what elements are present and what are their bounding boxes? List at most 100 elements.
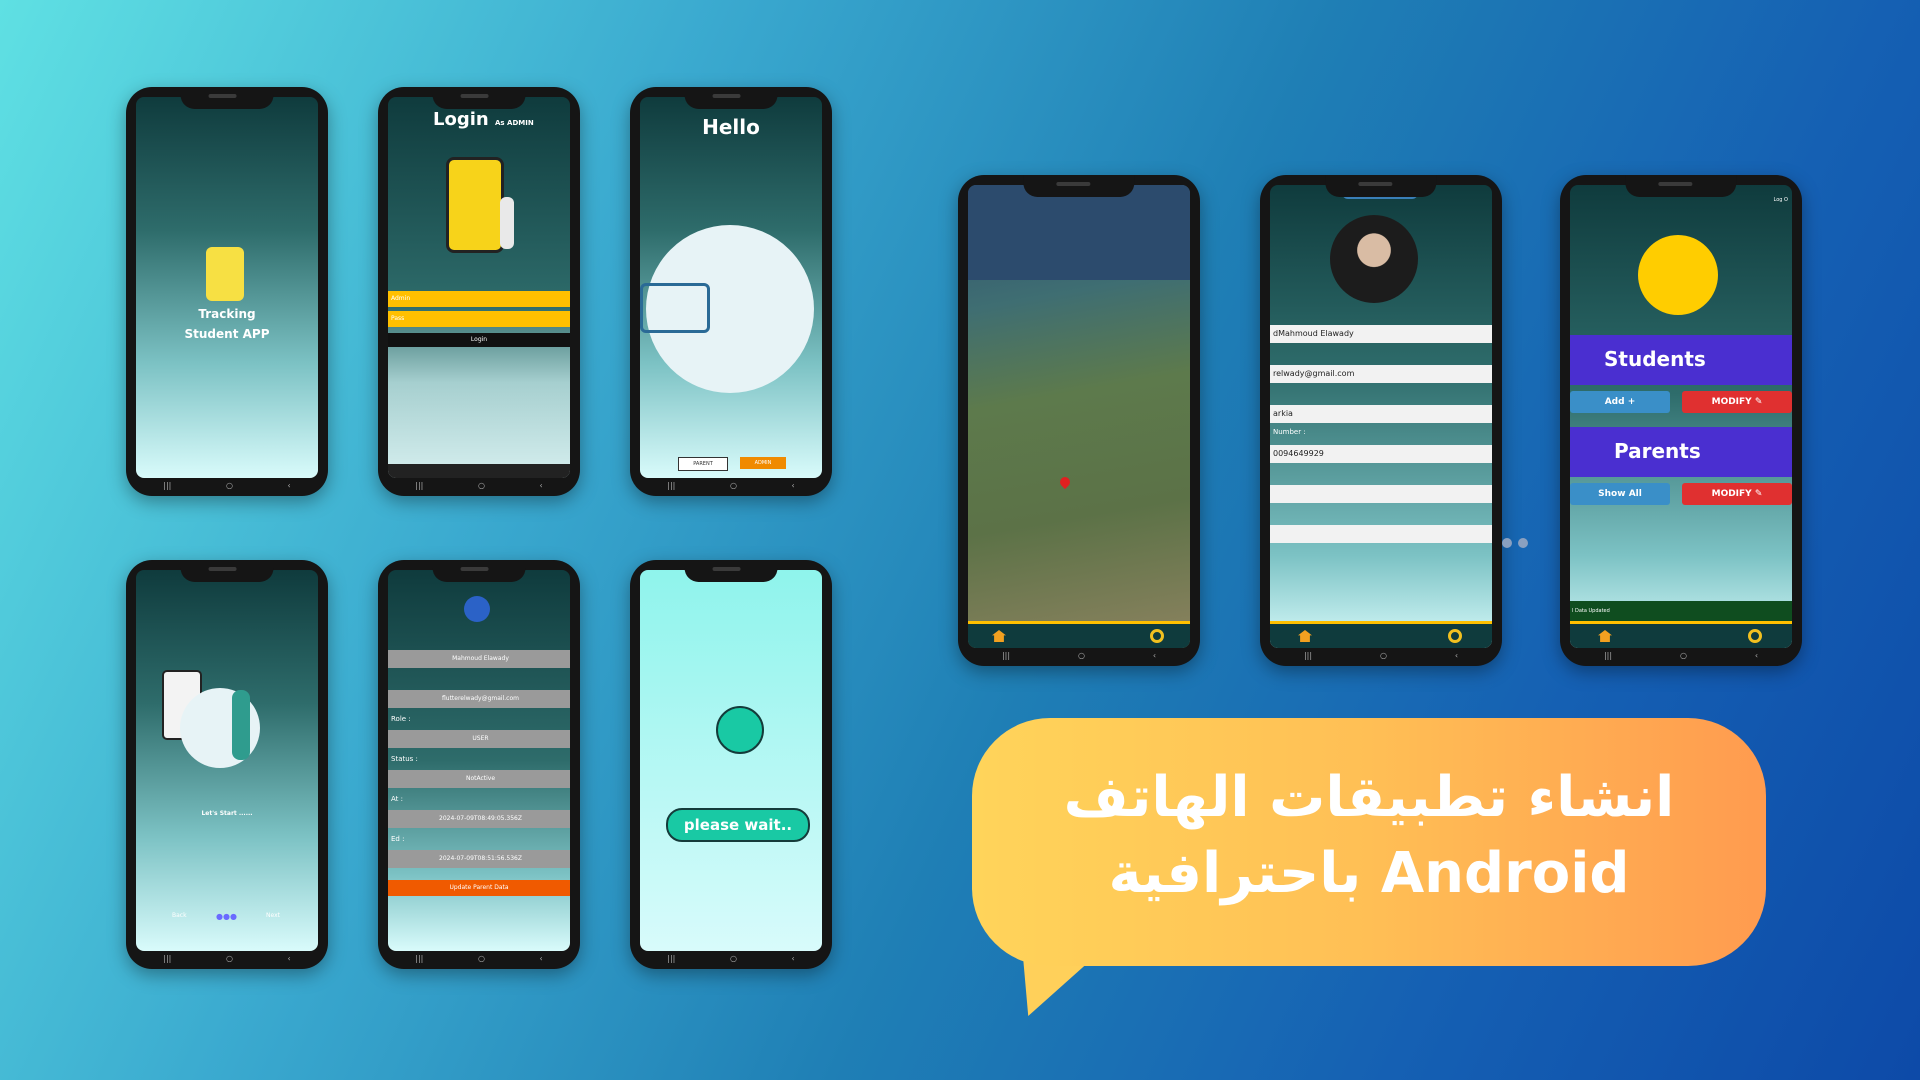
add-label: Add: [1604, 397, 1625, 407]
modify-parent-button[interactable]: MODIFY ✎: [1682, 483, 1792, 505]
loading-ball: [716, 706, 764, 754]
location-pin-icon: [1057, 474, 1073, 490]
modify-student-button[interactable]: MODIFY ✎: [1682, 391, 1792, 413]
updated-label: Ed :: [391, 835, 405, 843]
phone-hello: Hello PARENT ADMIN ||| ○ ‹: [630, 87, 832, 496]
settings-icon: [464, 596, 490, 622]
headline-line1: انشاء تطبيقات الهاتف: [1063, 765, 1675, 830]
phone-home: Home Log O Students Add + MODIFY ✎ Paren…: [1560, 175, 1802, 666]
admin-field[interactable]: Admin: [388, 291, 570, 307]
parent-button[interactable]: PARENT: [678, 457, 728, 471]
system-navbar: ||| ○ ‹: [163, 480, 291, 490]
modify-label: MODIFY: [1711, 397, 1752, 407]
phone-notch: [432, 87, 526, 109]
bus-icon: [640, 283, 710, 333]
students-label: Students: [1604, 347, 1706, 371]
headline-line2: Android باحترافية: [1108, 841, 1630, 906]
phone-notch: [432, 560, 526, 582]
parents-label: Parents: [1614, 439, 1701, 463]
phone-wait: please wait.. ||| ○ ‹: [630, 560, 832, 969]
phone-login: Login As ADMIN Admin Pass Login ||| ○ ‹: [378, 87, 580, 496]
page-indicator: ●●●: [216, 912, 237, 921]
child-email-field: relwady@gmail.com: [1270, 365, 1492, 383]
phone-notch: [180, 87, 274, 109]
system-navbar: ||| ○ ‹: [1001, 650, 1157, 660]
person-illustration: [500, 197, 514, 249]
system-navbar: ||| ○ ‹: [1303, 650, 1459, 660]
admin-button[interactable]: ADMIN: [740, 457, 786, 469]
password-field[interactable]: Pass: [388, 311, 570, 327]
onboarding-caption: Let's Start ......: [201, 810, 253, 817]
child-extra-field-2: [1270, 525, 1492, 543]
parent-role-field: USER: [388, 730, 570, 748]
onboarding-screen: Let's Start ...... Back ●●● Next: [136, 570, 318, 951]
child-number-field: 0094649929: [1270, 445, 1492, 463]
login-illustration: [446, 157, 504, 253]
please-wait-label: please wait..: [666, 808, 810, 842]
status-label: Status :: [391, 755, 418, 763]
login-screen: Login As ADMIN Admin Pass Login: [388, 97, 570, 478]
map-sea: [968, 185, 1190, 280]
hello-screen: Hello PARENT ADMIN: [640, 97, 822, 478]
system-navbar: ||| ○ ‹: [415, 480, 543, 490]
phone-notch: [1023, 175, 1135, 197]
login-button[interactable]: Login: [388, 333, 570, 347]
child-info-screen: Child Information dMahmoud Elawady relwa…: [1270, 185, 1492, 648]
settings-gear-icon[interactable]: [1748, 629, 1762, 643]
update-parent-button[interactable]: Update Parent Data: [388, 880, 570, 896]
show-all-parents-button[interactable]: Show All: [1570, 483, 1670, 505]
child-extra-field-1: [1270, 485, 1492, 503]
parents-banner: Parents: [1570, 427, 1792, 477]
hello-title: Hello: [702, 115, 760, 139]
role-label: Role :: [391, 715, 411, 723]
settings-gear-icon[interactable]: [1448, 629, 1462, 643]
students-banner: Students: [1570, 335, 1792, 385]
phone-child-info: Child Information dMahmoud Elawady relwa…: [1260, 175, 1502, 666]
wait-screen: please wait..: [640, 570, 822, 951]
parent-name-field: Mahmoud Elawady: [388, 650, 570, 668]
child-avatar: [1330, 215, 1418, 303]
add-student-button[interactable]: Add +: [1570, 391, 1670, 413]
system-navbar: ||| ○ ‹: [163, 953, 291, 963]
back-button[interactable]: Back: [172, 912, 187, 919]
parent-details-screen: Parent Details Mahmoud Elawady flutterel…: [388, 570, 570, 951]
login-title: Login As ADMIN: [433, 109, 534, 130]
child-name-field: dMahmoud Elawady: [1270, 325, 1492, 343]
phone-notch: [684, 87, 778, 109]
system-navbar: ||| ○ ‹: [667, 480, 795, 490]
parent-created-field: 2024-07-09T08:49:05.356Z: [388, 810, 570, 828]
headline: انشاء تطبيقات الهاتف Android باحترافية: [972, 760, 1766, 912]
phone-parent-details: Parent Details Mahmoud Elawady flutterel…: [378, 560, 580, 969]
number-label: Number :: [1273, 428, 1306, 436]
child-city-field: arkia: [1270, 405, 1492, 423]
next-button[interactable]: Next: [266, 912, 280, 919]
home-screen: Home Log O Students Add + MODIFY ✎ Paren…: [1570, 185, 1792, 648]
app-title-line1: Tracking: [198, 307, 256, 321]
system-navbar: ||| ○ ‹: [667, 953, 795, 963]
phone-notch: [1625, 175, 1737, 197]
system-navbar: ||| ○ ‹: [1603, 650, 1759, 660]
parent-email-field: flutterelwady@gmail.com: [388, 690, 570, 708]
system-navbar: ||| ○ ‹: [415, 953, 543, 963]
app-logo: [206, 247, 244, 301]
settings-gear-icon[interactable]: [1150, 629, 1164, 643]
phone-notch: [1325, 175, 1437, 197]
walking-person-illustration: [232, 690, 250, 760]
logout-link[interactable]: Log O: [1774, 197, 1788, 203]
show-all-label: Show All: [1598, 489, 1642, 499]
status-snackbar: l Data Updated: [1570, 601, 1792, 621]
phone-onboarding: Let's Start ...... Back ●●● Next ||| ○ ‹: [126, 560, 328, 969]
phone-notch: [684, 560, 778, 582]
login-title-text: Login: [433, 109, 489, 130]
phone-notch: [180, 560, 274, 582]
phone-map: ||| ○ ‹: [958, 175, 1200, 666]
parent-status-field: NotActive: [388, 770, 570, 788]
carousel-dots: [1502, 533, 1534, 552]
splash-screen: Tracking Student APP: [136, 97, 318, 478]
map-screen: [968, 185, 1190, 648]
app-title-line2: Student APP: [184, 327, 270, 341]
created-label: At :: [391, 795, 403, 803]
app-dock: [388, 464, 570, 478]
bus-logo: [1638, 235, 1718, 315]
modify2-label: MODIFY: [1711, 489, 1752, 499]
